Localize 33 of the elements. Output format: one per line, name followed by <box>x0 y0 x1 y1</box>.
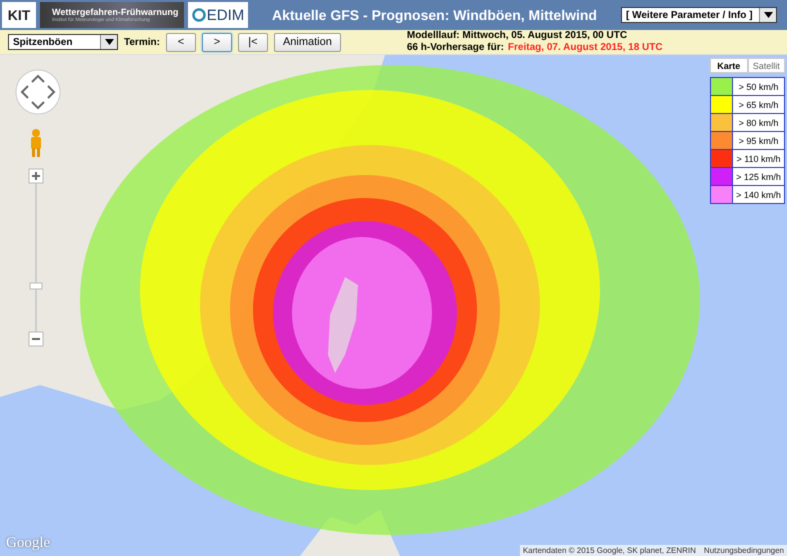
time-step-button[interactable]: |< <box>238 32 268 52</box>
person-icon[interactable] <box>28 128 44 158</box>
map-type-button[interactable]: Karte <box>710 58 748 73</box>
legend-label: > 65 km/h <box>733 96 784 113</box>
forecast-time: Freitag, 07. August 2015, 18 UTC <box>508 42 663 54</box>
map-data-credit: Kartendaten © 2015 Google, SK planet, ZENRIN <box>522 546 696 555</box>
time-step-button[interactable]: < <box>166 32 196 52</box>
google-logo: Google <box>6 535 50 552</box>
banner-title: Wettergefahren-Frühwarnung <box>52 7 180 17</box>
model-run-text: Modelllauf: Mittwoch, 05. August 2015, 00 UTC <box>406 30 628 42</box>
ring-icon <box>192 8 206 22</box>
map-type-button[interactable]: Satellit <box>748 58 785 73</box>
legend-label: > 50 km/h <box>733 78 784 95</box>
kit-logo: KIT <box>2 2 36 28</box>
zoom-slider-icon[interactable] <box>28 168 44 348</box>
product-dropdown[interactable]: Spitzenböen <box>8 34 118 50</box>
parameter-dropdown[interactable]: [ Weitere Parameter / Info ] <box>621 7 777 23</box>
cedim-text: EDIM <box>206 6 244 24</box>
legend-label: > 110 km/h <box>733 150 784 167</box>
page-title: Aktuelle GFS - Prognosen: Windböen, Mittelwind <box>271 7 598 23</box>
termin-label: Termin: <box>124 36 160 48</box>
caret-icon <box>764 12 772 18</box>
legend-label: > 95 km/h <box>733 132 784 149</box>
legend-label: > 125 km/h <box>733 168 784 185</box>
forecast-label: 66 h-Vorhersage für: <box>406 42 504 54</box>
caret-icon <box>104 39 114 45</box>
terms-link[interactable]: Nutzungsbedingungen <box>704 546 784 555</box>
time-step-button[interactable]: > <box>202 32 232 52</box>
pan-control-icon[interactable] <box>15 69 61 115</box>
legend-label: > 80 km/h <box>733 114 784 131</box>
legend-label: > 140 km/h <box>733 186 784 203</box>
map-view[interactable]: Karte Satellit > 50 km/h > 65 km/h > 80 km/h > 95 km/h > 110 km/h > 125 km/h > 140 km/h Google Kartendaten © 2015 Google, SK planet, ZENRIN Nutzungsbedingungen <box>0 55 787 556</box>
time-step-button[interactable]: Animation <box>274 32 341 52</box>
